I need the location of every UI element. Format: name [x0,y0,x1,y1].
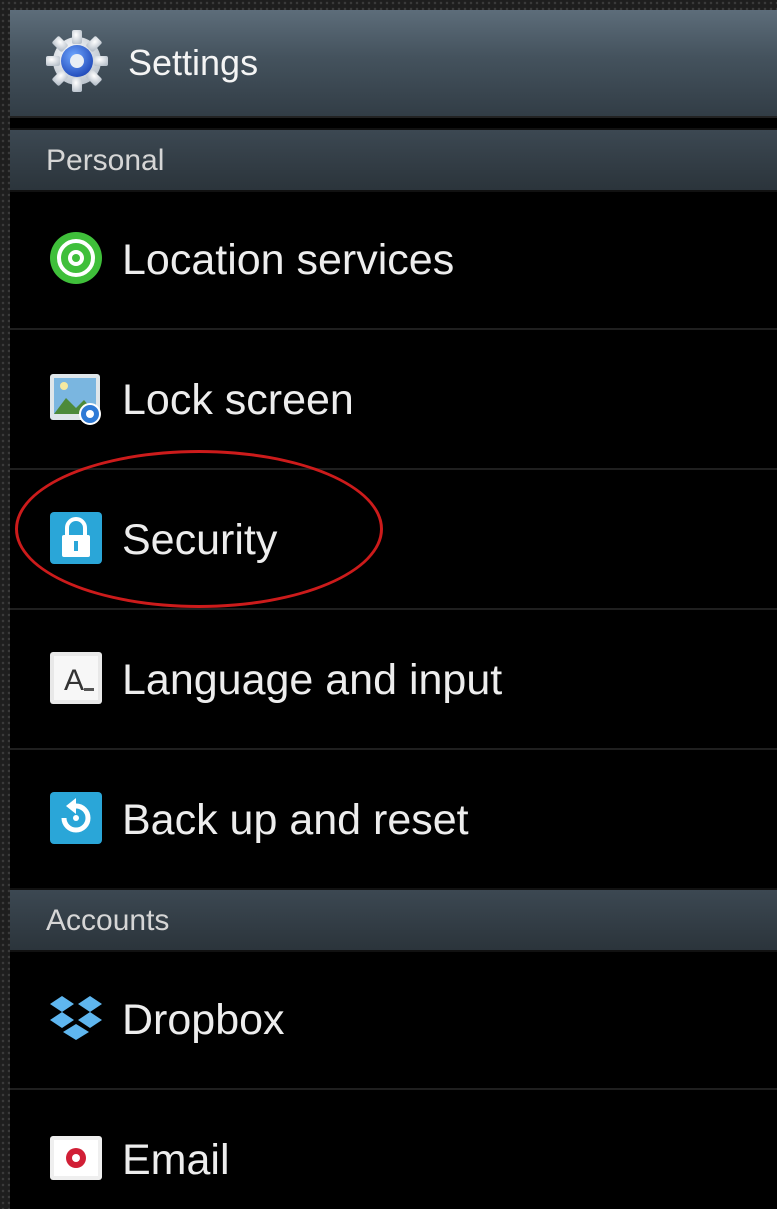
settings-item-back-up-and-reset[interactable]: Back up and reset [10,750,777,890]
settings-item-dropbox[interactable]: Dropbox [10,950,777,1090]
backup-reset-icon [50,792,102,844]
settings-item-label: Location services [122,236,455,284]
section-header-label: Accounts [46,904,170,937]
settings-item-label: Language and input [122,656,503,704]
page-title: Settings [128,42,259,83]
section-header-label: Personal [46,144,165,177]
title-bar: Settings [10,10,777,118]
section-header-accounts: Accounts [10,888,777,952]
dropbox-icon [50,996,102,1040]
settings-screen: Settings Personal Location services Lock… [10,10,777,1209]
keyboard-letter-icon: A [50,652,102,704]
settings-item-label: Lock screen [122,376,354,424]
settings-item-language-and-input[interactable]: A Language and input [10,610,777,750]
settings-item-lock-screen[interactable]: Lock screen [10,330,777,470]
highlight-ring [15,450,383,608]
settings-item-label: Back up and reset [122,796,469,844]
location-icon [50,232,102,284]
device-frame: Settings Personal Location services Lock… [0,0,777,1209]
settings-item-label: Email [122,1136,230,1184]
section-header-personal: Personal [10,128,777,192]
email-icon [50,1136,102,1180]
settings-item-location-services[interactable]: Location services [10,190,777,330]
lock-screen-icon [50,374,101,425]
settings-item-label: Dropbox [122,996,285,1044]
svg-text:A: A [64,664,84,697]
gear-icon[interactable] [44,28,110,94]
settings-item-email[interactable]: Email [10,1090,777,1209]
